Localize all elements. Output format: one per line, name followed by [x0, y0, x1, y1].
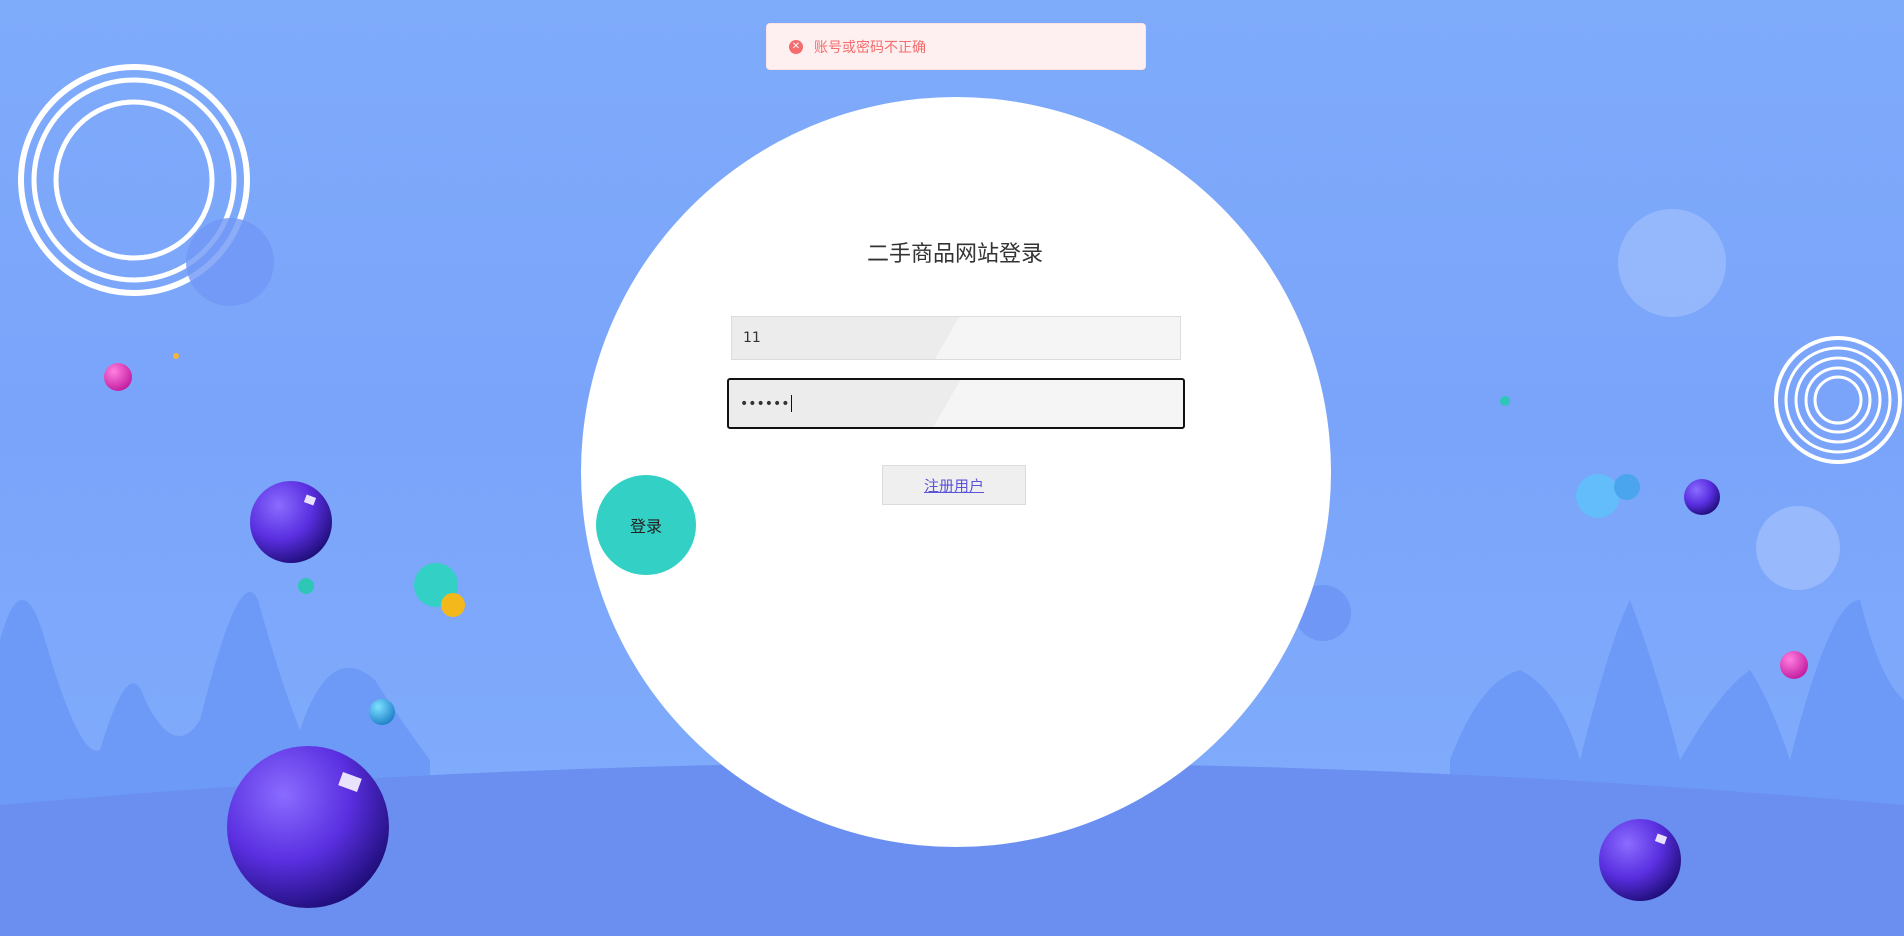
text-caret — [790, 395, 792, 412]
page-title: 二手商品网站登录 — [866, 242, 1043, 267]
error-toast: ✕ 账号或密码不正确 — [766, 23, 1146, 70]
error-circle-icon: ✕ — [789, 39, 803, 54]
username-value: 11 — [743, 330, 761, 346]
login-button[interactable]: 登录 — [596, 475, 696, 575]
password-input[interactable]: •••••• — [727, 378, 1185, 429]
password-value: •••••• — [740, 395, 790, 412]
username-input[interactable]: 11 — [731, 316, 1181, 360]
register-button[interactable]: 注册用户 — [882, 465, 1026, 505]
toast-message: 账号或密码不正确 — [814, 39, 926, 56]
